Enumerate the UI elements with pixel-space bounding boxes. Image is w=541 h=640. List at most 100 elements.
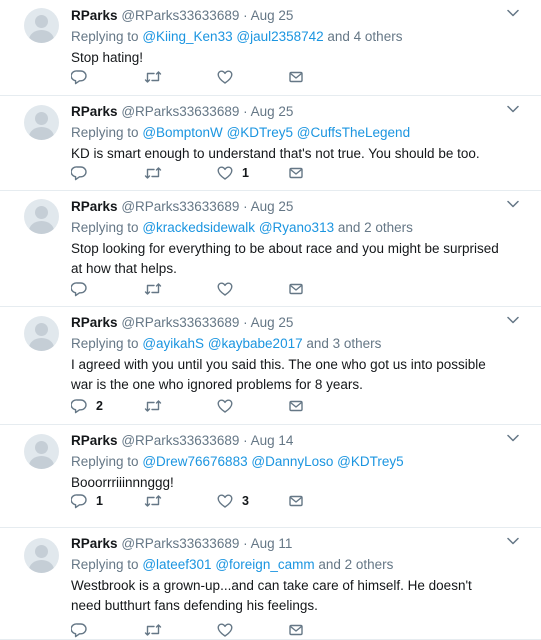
author-handle[interactable]: @RParks33633689 bbox=[121, 433, 239, 448]
author-name[interactable]: RParks bbox=[71, 315, 118, 330]
tweet-actions: 1 3 bbox=[0, 493, 541, 509]
tweet-timestamp[interactable]: Aug 25 bbox=[251, 104, 294, 119]
replying-to: Replying to @ayikahS @kaybabe2017 and 3 … bbox=[71, 335, 501, 352]
mention-link[interactable]: @krackedsidewalk bbox=[142, 220, 255, 235]
mention-link[interactable]: @jaul2358742 bbox=[236, 29, 323, 44]
author-name[interactable]: RParks bbox=[71, 199, 118, 214]
reply-button[interactable] bbox=[71, 281, 96, 297]
mention-link[interactable]: @foreign_camm bbox=[215, 557, 314, 572]
tweet[interactable]: RParks @RParks33633689 · Aug 25 Replying… bbox=[0, 0, 541, 96]
chevron-down-icon[interactable] bbox=[507, 536, 519, 546]
author-name[interactable]: RParks bbox=[71, 536, 118, 551]
reply-button[interactable] bbox=[71, 622, 96, 638]
author-handle[interactable]: @RParks33633689 bbox=[121, 104, 239, 119]
like-button[interactable] bbox=[217, 398, 242, 414]
mention-link[interactable]: @Drew76676883 bbox=[142, 454, 247, 469]
avatar[interactable] bbox=[24, 316, 59, 351]
direct-message-button[interactable] bbox=[288, 493, 304, 509]
author-name[interactable]: RParks bbox=[71, 104, 118, 119]
retweet-button[interactable] bbox=[144, 281, 171, 297]
mention-link[interactable]: @KDTrey5 bbox=[337, 454, 403, 469]
tweet-timeline: RParks @RParks33633689 · Aug 25 Replying… bbox=[0, 0, 541, 640]
author-handle[interactable]: @RParks33633689 bbox=[121, 8, 239, 23]
reply-button[interactable]: 2 bbox=[71, 398, 103, 414]
tweet-timestamp[interactable]: Aug 11 bbox=[251, 536, 293, 551]
avatar[interactable] bbox=[24, 8, 59, 43]
mention-link[interactable]: @ayikahS bbox=[142, 336, 204, 351]
timestamp-separator: · bbox=[239, 199, 251, 214]
author-name[interactable]: RParks bbox=[71, 8, 118, 23]
retweet-icon bbox=[144, 624, 162, 636]
avatar[interactable] bbox=[24, 105, 59, 140]
direct-message-button[interactable] bbox=[288, 69, 304, 85]
reply-button[interactable]: 1 bbox=[71, 493, 103, 509]
reply-icon bbox=[71, 399, 87, 414]
heart-icon bbox=[217, 166, 233, 180]
reply-count: 2 bbox=[96, 399, 103, 413]
direct-message-button[interactable] bbox=[288, 398, 304, 414]
tweet-header: RParks @RParks33633689 · Aug 25 bbox=[71, 7, 501, 24]
tweet-timestamp[interactable]: Aug 25 bbox=[251, 8, 294, 23]
tweet-header: RParks @RParks33633689 · Aug 25 bbox=[71, 198, 501, 215]
chevron-down-icon[interactable] bbox=[507, 433, 519, 443]
tweet-timestamp[interactable]: Aug 25 bbox=[251, 199, 294, 214]
reply-count: 1 bbox=[96, 494, 103, 508]
mention-link[interactable]: @lateef301 bbox=[142, 557, 211, 572]
tweet-timestamp[interactable]: Aug 14 bbox=[251, 433, 294, 448]
direct-message-button[interactable] bbox=[288, 622, 304, 638]
retweet-icon bbox=[144, 400, 162, 412]
author-handle[interactable]: @RParks33633689 bbox=[121, 315, 239, 330]
others-count: and 3 others bbox=[302, 336, 382, 351]
mention-link[interactable]: @Ryano313 bbox=[259, 220, 334, 235]
replying-to: Replying to @krackedsidewalk @Ryano313 a… bbox=[71, 219, 501, 236]
tweet[interactable]: RParks @RParks33633689 · Aug 25 Replying… bbox=[0, 96, 541, 191]
tweet-text: Stop looking for everything to be about … bbox=[71, 241, 499, 276]
replying-to: Replying to @lateef301 @foreign_camm and… bbox=[71, 556, 501, 573]
avatar[interactable] bbox=[24, 538, 59, 573]
retweet-button[interactable] bbox=[144, 622, 171, 638]
mention-link[interactable]: @kaybabe2017 bbox=[208, 336, 303, 351]
like-button[interactable]: 1 bbox=[217, 165, 249, 181]
retweet-button[interactable] bbox=[144, 69, 171, 85]
mention-link[interactable]: @DannyLoso bbox=[251, 454, 333, 469]
tweet-timestamp[interactable]: Aug 25 bbox=[251, 315, 294, 330]
avatar[interactable] bbox=[24, 199, 59, 234]
tweet[interactable]: RParks @RParks33633689 · Aug 25 Replying… bbox=[0, 307, 541, 425]
chevron-down-icon[interactable] bbox=[507, 315, 519, 325]
tweet[interactable]: RParks @RParks33633689 · Aug 14 Replying… bbox=[0, 425, 541, 528]
chevron-down-icon[interactable] bbox=[507, 8, 519, 18]
mention-link[interactable]: @KDTrey5 bbox=[227, 125, 293, 140]
tweet[interactable]: RParks @RParks33633689 · Aug 25 Replying… bbox=[0, 191, 541, 307]
mention-link[interactable]: @CuffsTheLegend bbox=[297, 125, 410, 140]
retweet-icon bbox=[144, 283, 162, 295]
author-handle[interactable]: @RParks33633689 bbox=[121, 199, 239, 214]
like-button[interactable] bbox=[217, 622, 242, 638]
like-button[interactable] bbox=[217, 281, 242, 297]
envelope-icon bbox=[289, 495, 303, 507]
tweet-actions bbox=[0, 622, 541, 638]
like-button[interactable] bbox=[217, 69, 242, 85]
author-handle[interactable]: @RParks33633689 bbox=[121, 536, 239, 551]
tweet[interactable]: RParks @RParks33633689 · Aug 11 Replying… bbox=[0, 528, 541, 640]
mention-link[interactable]: @Kiing_Ken33 bbox=[142, 29, 232, 44]
retweet-button[interactable] bbox=[144, 493, 171, 509]
heart-icon bbox=[217, 70, 233, 84]
reply-button[interactable] bbox=[71, 165, 96, 181]
envelope-icon bbox=[289, 71, 303, 83]
reply-button[interactable] bbox=[71, 69, 96, 85]
direct-message-button[interactable] bbox=[288, 281, 304, 297]
author-name[interactable]: RParks bbox=[71, 433, 118, 448]
retweet-button[interactable] bbox=[144, 398, 171, 414]
retweet-button[interactable] bbox=[144, 165, 171, 181]
tweet-actions: 1 bbox=[0, 165, 541, 181]
tweet-text: Stop hating! bbox=[71, 50, 144, 65]
chevron-down-icon[interactable] bbox=[507, 199, 519, 209]
timestamp-separator: · bbox=[239, 315, 251, 330]
chevron-down-icon[interactable] bbox=[507, 104, 519, 114]
mention-link[interactable]: @BomptonW bbox=[142, 125, 222, 140]
direct-message-button[interactable] bbox=[288, 165, 304, 181]
like-button[interactable]: 3 bbox=[217, 493, 249, 509]
replying-to: Replying to @BomptonW @KDTrey5 @CuffsThe… bbox=[71, 124, 501, 141]
heart-icon bbox=[217, 282, 233, 296]
avatar[interactable] bbox=[24, 434, 59, 469]
